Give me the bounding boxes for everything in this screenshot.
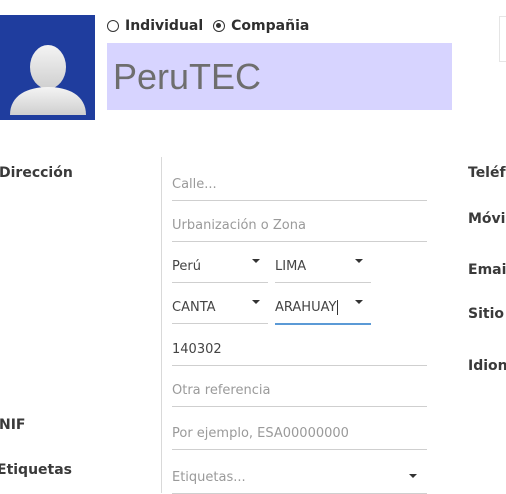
country-select[interactable]: Perú [172, 247, 268, 283]
chevron-down-icon[interactable] [252, 258, 260, 263]
zip-input[interactable]: 140302 [172, 330, 427, 366]
vat-label: NIF [0, 417, 26, 433]
province-select[interactable]: CANTA [172, 288, 268, 324]
radio-individual-circle[interactable] [107, 20, 119, 32]
reference-input[interactable]: Otra referencia [172, 371, 427, 407]
tags-placeholder: Etiquetas... [172, 470, 246, 485]
avatar[interactable] [0, 15, 95, 120]
chevron-down-icon[interactable] [252, 299, 260, 304]
zip-value: 140302 [172, 342, 222, 357]
street-placeholder: Calle... [172, 177, 217, 192]
name-input[interactable]: PeruTEC [107, 43, 452, 110]
state-value: LIMA [275, 259, 307, 274]
address-label: Dirección [0, 165, 73, 181]
street-input[interactable]: Calle... [172, 165, 427, 201]
email-label: Emai [468, 262, 506, 278]
chevron-down-icon[interactable] [409, 473, 417, 478]
radio-company-circle[interactable] [213, 20, 226, 32]
column-separator [161, 157, 162, 493]
vat-input[interactable]: Por ejemplo, ESA00000000 [172, 414, 427, 450]
name-input-value: PeruTEC [113, 55, 262, 97]
mobile-label: Móvil [468, 211, 506, 227]
district-value: ARAHUAY [275, 300, 337, 315]
website-label: Sitio w [468, 306, 506, 322]
right-panel-box [499, 16, 506, 62]
district-select[interactable]: ARAHUAY [275, 288, 371, 325]
company-type-radio-group: Individual Compañia [107, 16, 319, 36]
radio-individual[interactable]: Individual [107, 18, 203, 34]
radio-individual-label[interactable]: Individual [125, 18, 203, 34]
tags-label: Etiquetas [0, 462, 73, 478]
tags-input[interactable]: Etiquetas... [172, 458, 427, 494]
country-value: Perú [172, 259, 201, 274]
reference-placeholder: Otra referencia [172, 383, 271, 398]
chevron-down-icon[interactable] [355, 258, 363, 263]
vat-placeholder: Por ejemplo, ESA00000000 [172, 426, 349, 441]
user-silhouette-icon [10, 45, 86, 115]
language-label: Idion [468, 358, 506, 374]
phone-label: Teléf [468, 165, 506, 181]
street2-input[interactable]: Urbanización o Zona [172, 206, 427, 242]
chevron-down-icon[interactable] [355, 299, 363, 304]
radio-company[interactable]: Compañia [213, 18, 309, 34]
province-value: CANTA [172, 300, 216, 315]
text-caret [337, 300, 339, 315]
street2-placeholder: Urbanización o Zona [172, 218, 306, 233]
state-select[interactable]: LIMA [275, 247, 371, 283]
radio-company-label[interactable]: Compañia [231, 18, 309, 34]
